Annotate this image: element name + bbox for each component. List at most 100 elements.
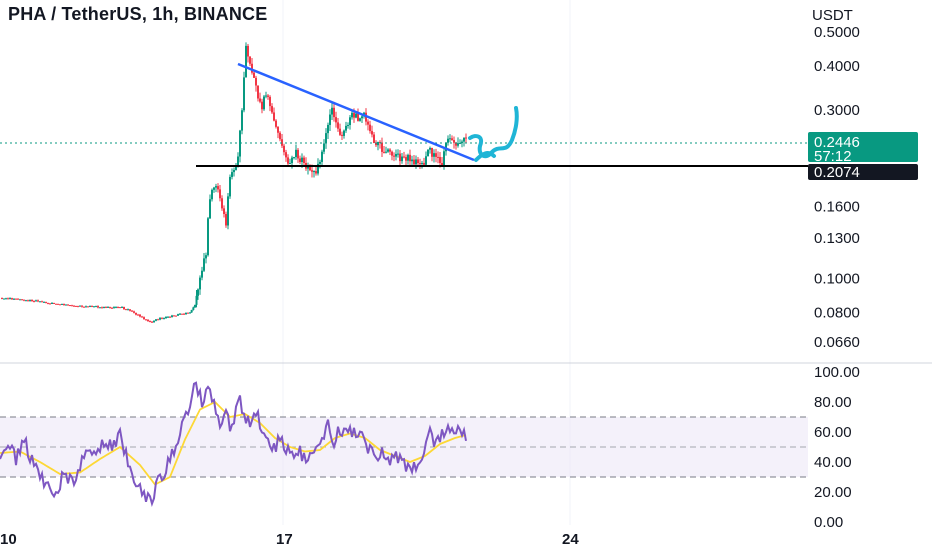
currency-label: USDT (812, 7, 853, 24)
rsi-axis[interactable]: 100.00 80.00 60.00 40.00 20.00 0.00 (814, 364, 860, 531)
symbol-title[interactable]: PHA / TetherUS, 1h, BINANCE (8, 4, 267, 25)
candle-body (129, 309, 131, 311)
candle-body (281, 139, 283, 146)
candle-body (333, 107, 335, 118)
candle-body (241, 110, 243, 131)
rsi-tick-label: 40.00 (814, 454, 852, 471)
candle-body (453, 140, 455, 143)
price-tick-label: 0.5000 (814, 24, 860, 41)
candle-body (297, 149, 299, 159)
candle-body (429, 147, 431, 150)
candle-body (9, 298, 11, 300)
candle-body (213, 187, 215, 190)
candle-body (427, 149, 429, 157)
candle-body (179, 313, 181, 315)
bar-countdown: 57:12 (814, 148, 852, 165)
candle-body (25, 300, 27, 302)
candle-body (49, 303, 51, 305)
candle-body (331, 107, 333, 115)
candle-body (353, 112, 355, 118)
candle-body (215, 186, 217, 188)
candle-body (405, 157, 407, 161)
candle-body (433, 153, 435, 157)
freehand-drawing[interactable] (468, 106, 519, 159)
candle-body (243, 77, 245, 111)
candle-body (101, 307, 103, 309)
candle-body (141, 316, 143, 318)
candle-body (99, 307, 101, 309)
candle-body (261, 101, 263, 110)
price-tick-label: 0.1000 (814, 270, 860, 287)
candle-body (295, 149, 297, 158)
candle-body (457, 143, 459, 146)
candle-body (389, 149, 391, 152)
candle-body (349, 117, 351, 126)
candle-body (449, 138, 451, 140)
candle-body (341, 134, 343, 136)
candle-body (367, 121, 369, 125)
time-tick-24: 24 (562, 531, 579, 548)
candle-body (289, 163, 291, 165)
candle-body (275, 120, 277, 127)
price-tick-label: 0.1300 (814, 230, 860, 247)
candle-body (407, 154, 409, 161)
candle-body (139, 314, 141, 317)
candle-body (229, 176, 231, 197)
candle-body (401, 156, 403, 162)
candle-body (383, 151, 385, 153)
candle-body (255, 77, 257, 86)
candle-body (253, 72, 255, 78)
trendline[interactable] (237, 62, 475, 162)
candle-body (55, 303, 57, 305)
candle-body (411, 159, 413, 162)
candle-body (131, 310, 133, 312)
candle-body (69, 305, 71, 307)
price-tick-label: 0.3000 (814, 102, 860, 119)
candle-body (259, 98, 261, 102)
candle-body (95, 306, 97, 308)
time-axis[interactable]: 10 17 24 (0, 531, 579, 548)
candle-body (171, 315, 173, 318)
candle-body (465, 137, 467, 139)
candle-body (277, 126, 279, 133)
candle-body (431, 147, 433, 157)
candle-body (437, 156, 439, 158)
candle-body (399, 153, 401, 162)
candle-body (107, 306, 109, 308)
candle-body (393, 155, 395, 157)
candle-body (45, 301, 47, 303)
candle-body (81, 305, 83, 307)
rsi-pane[interactable] (0, 381, 808, 507)
candle-body (221, 198, 223, 209)
candle-body (263, 96, 265, 110)
candle-body (303, 157, 305, 163)
candle-body (249, 56, 251, 64)
candlestick-series (1, 42, 467, 323)
candle-body (175, 315, 177, 317)
candle-body (127, 309, 129, 311)
candle-body (345, 125, 347, 131)
candle-body (61, 303, 63, 305)
candle-body (447, 138, 449, 143)
candle-body (105, 307, 107, 309)
candle-body (291, 157, 293, 164)
candle-body (135, 312, 137, 315)
trading-chart[interactable]: USDT 0.5000 0.4000 0.3000 0.1600 0.1300 0.100… (0, 0, 932, 550)
candle-body (5, 298, 7, 300)
candle-body (59, 304, 61, 306)
candle-body (403, 156, 405, 158)
candle-body (194, 304, 196, 308)
candle-body (87, 306, 89, 308)
candle-body (417, 159, 419, 164)
candle-body (391, 151, 393, 156)
candle-body (143, 317, 145, 320)
rsi-tick-label: 0.00 (814, 514, 843, 531)
candle-body (371, 131, 373, 135)
candle-body (299, 158, 301, 163)
candle-body (195, 295, 198, 305)
candle-body (111, 307, 113, 309)
candle-body (413, 159, 415, 165)
candle-body (337, 122, 339, 129)
candle-body (83, 306, 85, 308)
candle-body (335, 117, 337, 123)
